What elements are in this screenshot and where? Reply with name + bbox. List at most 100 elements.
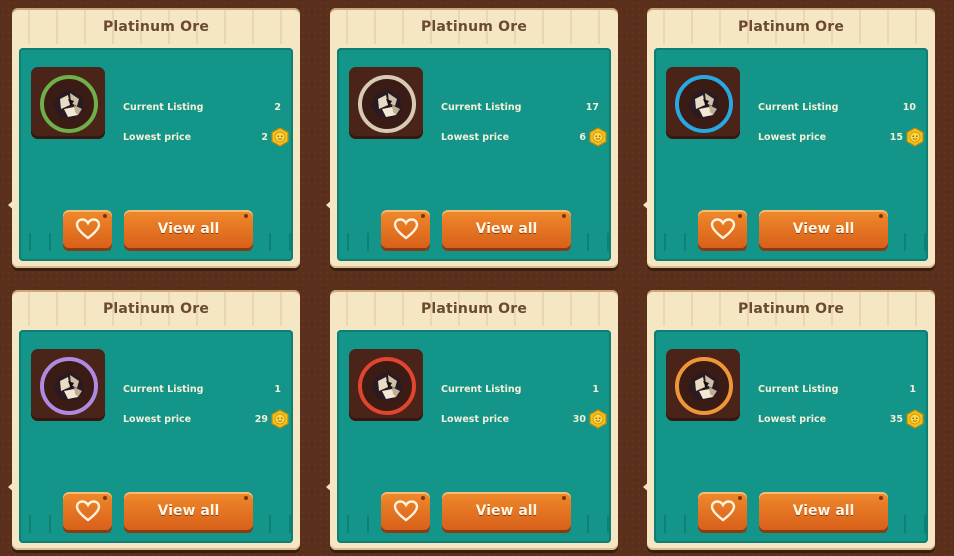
current-listing-label: Current Listing <box>123 102 204 113</box>
current-listing-value: 1 <box>909 384 916 395</box>
rarity-ring <box>675 357 733 415</box>
button-rivet <box>879 496 883 500</box>
button-rivet <box>421 214 425 218</box>
favorite-button[interactable] <box>698 210 747 248</box>
lowest-price-label: Lowest price <box>758 414 827 425</box>
heart-icon <box>75 500 101 522</box>
view-all-label: View all <box>475 503 538 519</box>
rarity-ring <box>40 357 98 415</box>
heart-icon <box>393 500 419 522</box>
lowest-price-value: 6 <box>579 132 586 143</box>
listing-panel: Current Listing 1 Lowest price 30 View a… <box>337 330 611 543</box>
platinum-ore-icon <box>688 371 719 401</box>
listing-panel: Current Listing 2 Lowest price 2 View al… <box>19 48 293 261</box>
current-listing-label: Current Listing <box>441 384 522 395</box>
view-all-button[interactable]: View all <box>124 492 253 530</box>
button-rivet <box>562 214 566 218</box>
platinum-ore-icon <box>371 89 402 119</box>
rarity-ring <box>358 357 416 415</box>
coin-icon <box>271 127 289 147</box>
rarity-ring <box>358 75 416 133</box>
button-rivet <box>879 214 883 218</box>
favorite-button[interactable] <box>381 210 430 248</box>
item-thumbnail[interactable] <box>666 349 740 421</box>
current-listing-value: 1 <box>274 384 281 395</box>
listing-panel: Current Listing 10 Lowest price 15 View … <box>654 48 928 261</box>
platinum-ore-icon <box>53 371 84 401</box>
lowest-price-label: Lowest price <box>123 414 192 425</box>
coin-icon <box>589 127 607 147</box>
view-all-label: View all <box>792 221 855 237</box>
item-thumbnail[interactable] <box>349 67 423 139</box>
listing-card: Platinum Ore Current Listing 1 Lowest pr… <box>647 290 935 550</box>
lowest-price-value: 2 <box>261 132 268 143</box>
view-all-button[interactable]: View all <box>442 492 571 530</box>
view-all-button[interactable]: View all <box>442 210 571 248</box>
lowest-price-label: Lowest price <box>441 414 510 425</box>
current-listing-label: Current Listing <box>123 384 204 395</box>
item-thumbnail[interactable] <box>31 67 105 139</box>
lowest-price-value: 15 <box>889 132 903 143</box>
listing-panel: Current Listing 1 Lowest price 35 View a… <box>654 330 928 543</box>
item-thumbnail[interactable] <box>349 349 423 421</box>
listing-card: Platinum Ore Current Listing 17 Lowest p… <box>330 8 618 268</box>
item-thumbnail[interactable] <box>31 349 105 421</box>
view-all-label: View all <box>157 221 220 237</box>
rarity-ring <box>675 75 733 133</box>
button-rivet <box>103 496 107 500</box>
view-all-button[interactable]: View all <box>124 210 253 248</box>
view-all-button[interactable]: View all <box>759 492 888 530</box>
button-rivet <box>421 496 425 500</box>
listing-panel: Current Listing 1 Lowest price 29 View a… <box>19 330 293 543</box>
platinum-ore-icon <box>53 89 84 119</box>
coin-icon <box>906 409 924 429</box>
item-title: Platinum Ore <box>420 301 528 317</box>
heart-icon <box>393 218 419 240</box>
item-thumbnail[interactable] <box>666 67 740 139</box>
item-title: Platinum Ore <box>737 301 845 317</box>
listing-panel: Current Listing 17 Lowest price 6 View a… <box>337 48 611 261</box>
coin-icon <box>589 409 607 429</box>
favorite-button[interactable] <box>63 492 112 530</box>
button-rivet <box>244 496 248 500</box>
rarity-ring <box>40 75 98 133</box>
lowest-price-value: 35 <box>889 414 903 425</box>
view-all-button[interactable]: View all <box>759 210 888 248</box>
item-title: Platinum Ore <box>420 19 528 35</box>
heart-icon <box>710 218 736 240</box>
favorite-button[interactable] <box>63 210 112 248</box>
lowest-price-label: Lowest price <box>123 132 192 143</box>
platinum-ore-icon <box>688 89 719 119</box>
favorite-button[interactable] <box>698 492 747 530</box>
coin-icon <box>271 409 289 429</box>
current-listing-value: 10 <box>902 102 916 113</box>
current-listing-value: 2 <box>274 102 281 113</box>
current-listing-label: Current Listing <box>758 102 839 113</box>
button-rivet <box>103 214 107 218</box>
button-rivet <box>738 214 742 218</box>
button-rivet <box>562 496 566 500</box>
platinum-ore-icon <box>371 371 402 401</box>
coin-icon <box>906 127 924 147</box>
listing-card: Platinum Ore Current Listing 2 Lowest pr… <box>12 8 300 268</box>
view-all-label: View all <box>475 221 538 237</box>
current-listing-value: 1 <box>592 384 599 395</box>
item-title: Platinum Ore <box>102 19 210 35</box>
favorite-button[interactable] <box>381 492 430 530</box>
lowest-price-label: Lowest price <box>758 132 827 143</box>
listing-card: Platinum Ore Current Listing 1 Lowest pr… <box>330 290 618 550</box>
current-listing-value: 17 <box>585 102 599 113</box>
item-title: Platinum Ore <box>102 301 210 317</box>
view-all-label: View all <box>157 503 220 519</box>
current-listing-label: Current Listing <box>758 384 839 395</box>
lowest-price-label: Lowest price <box>441 132 510 143</box>
view-all-label: View all <box>792 503 855 519</box>
listing-card: Platinum Ore Current Listing 1 Lowest pr… <box>12 290 300 550</box>
button-rivet <box>244 214 248 218</box>
current-listing-label: Current Listing <box>441 102 522 113</box>
button-rivet <box>738 496 742 500</box>
heart-icon <box>710 500 736 522</box>
lowest-price-value: 29 <box>254 414 268 425</box>
listing-card: Platinum Ore Current Listing 10 Lowest p… <box>647 8 935 268</box>
heart-icon <box>75 218 101 240</box>
